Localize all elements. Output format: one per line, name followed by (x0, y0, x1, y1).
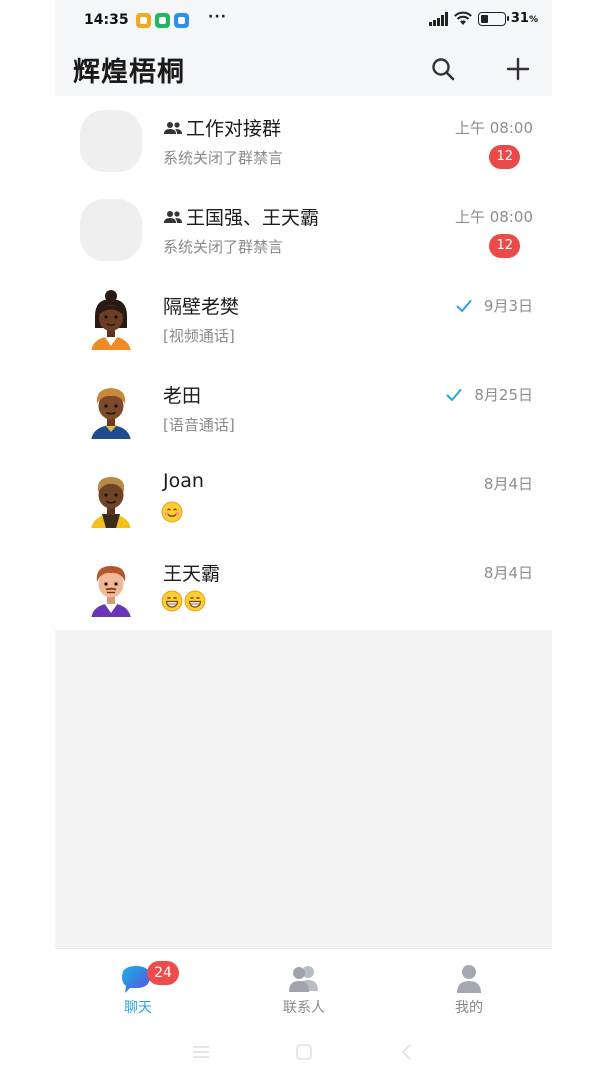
read-check-icon (446, 388, 462, 401)
avatar (80, 288, 142, 350)
search-button[interactable] (426, 52, 460, 86)
signal-icon (428, 11, 448, 26)
tab-label: 联系人 (283, 1000, 325, 1016)
man-avatar-icon (91, 477, 131, 528)
chat-list: 工作对接群 系统关闭了群禁言 上午 08:00 12 王国强、王天霸 系统关闭了… (55, 96, 552, 630)
home-icon[interactable] (292, 1041, 316, 1063)
avatar (80, 377, 142, 439)
avatar (80, 466, 142, 528)
status-right: 31% (428, 11, 538, 26)
contacts-icon (289, 966, 318, 992)
battery-percent: 31% (510, 11, 538, 26)
unread-count-badge: 24 (147, 961, 179, 985)
chat-row-laotian[interactable]: 老田 [语音通话] 8月25日 (55, 363, 552, 452)
read-check-icon (456, 299, 472, 312)
chat-time: 8月25日 (446, 384, 533, 405)
last-message: 系统关闭了群禁言 (163, 149, 284, 167)
person-icon (457, 965, 481, 993)
last-message: [语音通话] (163, 416, 235, 434)
group-avatar (80, 110, 142, 172)
battery-icon (477, 11, 509, 26)
tab-chat[interactable]: 24 聊天 (83, 961, 193, 1021)
status-bar: 14:35 ··· 31% (55, 0, 552, 42)
status-time: 14:35 (84, 12, 129, 28)
chat-name: 王国强、王天霸 (163, 203, 319, 230)
group-icon (164, 210, 182, 223)
chat-row-wangtianba[interactable]: 王天霸 8月4日 (55, 541, 552, 630)
tab-label: 聊天 (124, 1000, 152, 1016)
chat-time: 8月4日 (483, 564, 533, 582)
chat-row-work-group[interactable]: 工作对接群 系统关闭了群禁言 上午 08:00 12 (55, 96, 552, 185)
notification-icons (136, 13, 189, 28)
tab-label: 我的 (455, 1000, 483, 1016)
unread-badge: 12 (489, 145, 520, 169)
grin-emoji-icon (184, 590, 206, 612)
woman-avatar-icon (91, 290, 131, 350)
last-message (161, 501, 183, 523)
system-nav-bar (55, 1030, 552, 1080)
chat-time: 上午 08:00 (455, 208, 533, 226)
smile-emoji-icon (161, 501, 183, 523)
empty-list-area (55, 630, 552, 948)
tab-me[interactable]: 我的 (414, 961, 524, 1021)
chat-row-wang-group[interactable]: 王国强、王天霸 系统关闭了群禁言 上午 08:00 12 (55, 185, 552, 274)
wifi-icon (453, 11, 472, 25)
add-button[interactable] (501, 52, 535, 86)
last-message (161, 590, 206, 612)
last-message: [视频通话] (163, 327, 235, 345)
group-icon (164, 121, 182, 134)
man-avatar-icon (91, 566, 131, 617)
chat-time: 8月4日 (483, 475, 533, 493)
chat-row-laofan[interactable]: 隔壁老樊 [视频通话] 9月3日 (55, 274, 552, 363)
chat-time: 上午 08:00 (455, 119, 533, 137)
chat-name: 工作对接群 (163, 114, 281, 141)
tab-contacts[interactable]: 联系人 (249, 961, 359, 1021)
app-header: 辉煌梧桐 (55, 42, 552, 96)
bottom-tab-bar: 24 聊天 联系人 我的 (55, 948, 552, 1030)
blue-app-icon (174, 13, 189, 28)
menu-icon[interactable] (189, 1041, 213, 1063)
page-title: 辉煌梧桐 (73, 57, 185, 88)
back-icon[interactable] (395, 1041, 419, 1063)
man-avatar-icon (91, 388, 131, 439)
last-message: 系统关闭了群禁言 (163, 238, 284, 256)
chat-time: 9月3日 (456, 295, 533, 316)
chat-name: 王天霸 (163, 563, 221, 585)
chat-name: 老田 (163, 385, 202, 407)
chat-row-joan[interactable]: Joan 8月4日 (55, 452, 552, 541)
more-notifications-icon: ··· (208, 9, 227, 25)
chat-name: 隔壁老樊 (163, 296, 240, 318)
search-icon (432, 58, 455, 81)
unread-badge: 12 (489, 234, 520, 258)
green-app-icon (155, 13, 170, 28)
chat-name: Joan (163, 470, 204, 492)
grin-emoji-icon (161, 590, 183, 612)
orange-app-icon (136, 13, 151, 28)
plus-icon (506, 57, 530, 81)
phone-screen: 14:35 ··· 31% 辉煌梧桐 工作对接群 系统关闭了群禁言 上午 08:… (55, 0, 552, 1080)
group-avatar (80, 199, 142, 261)
avatar (80, 555, 142, 617)
